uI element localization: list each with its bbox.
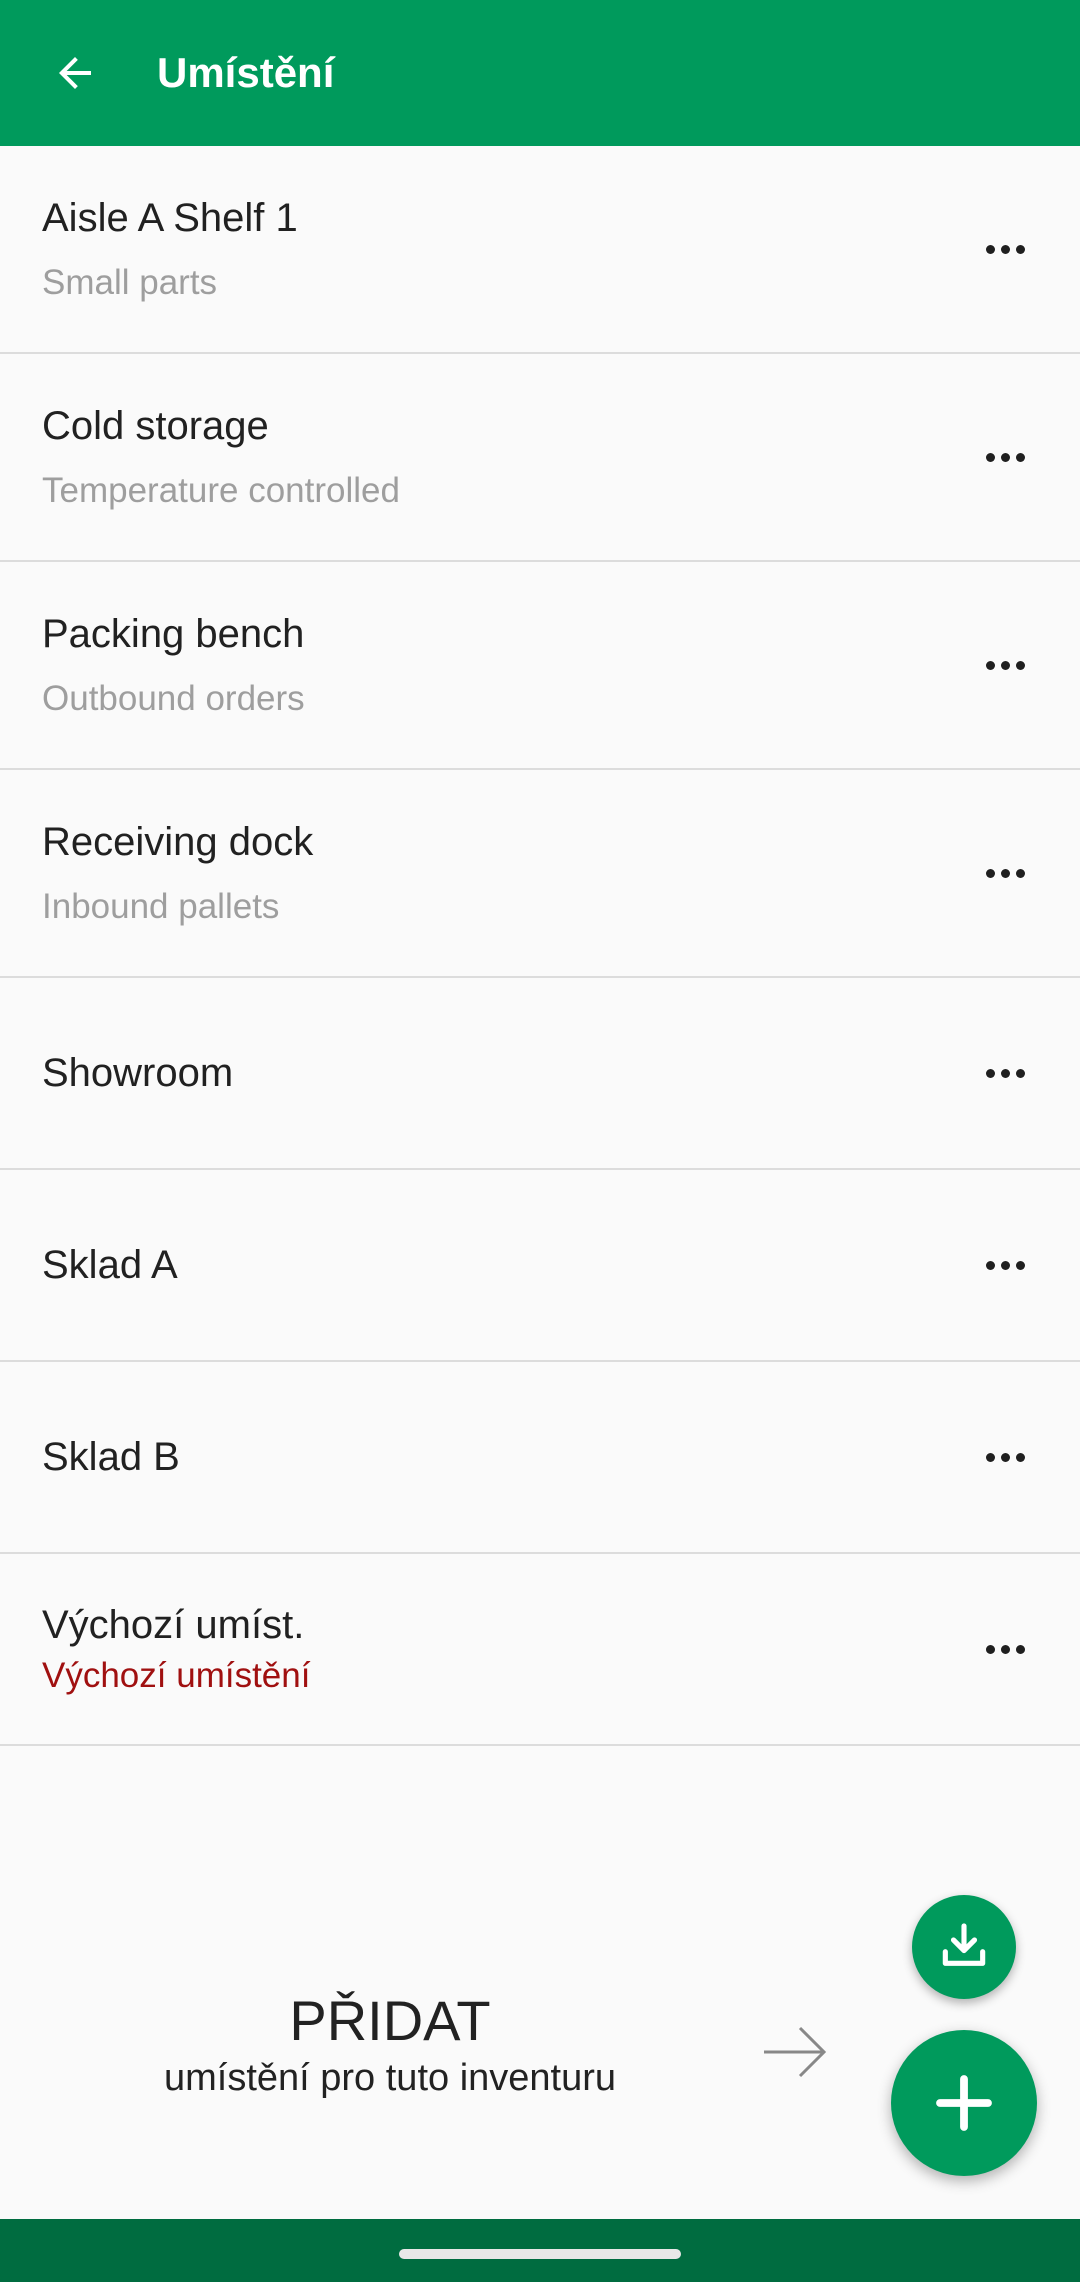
location-name: Výchozí umíst. <box>42 1603 305 1647</box>
location-name: Receiving dock <box>42 820 314 864</box>
list-item[interactable]: Aisle A Shelf 1 Small parts <box>0 146 1080 354</box>
arrow-back-icon <box>59 57 91 89</box>
more-options-button[interactable] <box>950 1412 1060 1502</box>
location-name: Showroom <box>42 1051 234 1095</box>
download-icon <box>942 1923 986 1966</box>
location-name: Aisle A Shelf 1 <box>42 196 298 240</box>
more-options-button[interactable] <box>950 828 1060 918</box>
add-hint-subtitle: umístění pro tuto inventuru <box>163 2057 617 2099</box>
list-item[interactable]: Receiving dock Inbound pallets <box>0 770 1080 978</box>
home-indicator[interactable] <box>399 2249 681 2259</box>
more-options-button[interactable] <box>950 1604 1060 1694</box>
add-hint-title: PŘIDAT <box>289 1989 491 2052</box>
list-item[interactable]: Packing bench Outbound orders <box>0 562 1080 770</box>
import-button[interactable] <box>912 1895 1016 1999</box>
default-location-label: Výchozí umístění <box>42 1656 311 1695</box>
more-options-button[interactable] <box>950 1220 1060 1310</box>
location-description: Temperature controlled <box>42 471 400 510</box>
list-item[interactable]: Showroom <box>0 978 1080 1170</box>
more-horizontal-icon <box>985 1260 1025 1270</box>
list-item[interactable]: Výchozí umíst. Výchozí umístění <box>0 1554 1080 1746</box>
add-location-hint: PŘIDAT umístění pro tuto inventuru <box>90 1988 690 2102</box>
location-description: Outbound orders <box>42 679 305 718</box>
app-bar: Umístění <box>0 0 1080 146</box>
back-button[interactable] <box>30 28 120 118</box>
more-options-button[interactable] <box>950 1028 1060 1118</box>
location-description: Inbound pallets <box>42 887 280 926</box>
plus-icon <box>936 2075 992 2131</box>
more-options-button[interactable] <box>950 412 1060 502</box>
more-horizontal-icon <box>985 1452 1025 1462</box>
more-horizontal-icon <box>985 1644 1025 1654</box>
page-title: Umístění <box>157 49 335 96</box>
list-item[interactable]: Sklad B <box>0 1362 1080 1554</box>
more-options-button[interactable] <box>950 204 1060 294</box>
add-location-button[interactable] <box>891 2030 1037 2176</box>
more-horizontal-icon <box>985 1068 1025 1078</box>
more-horizontal-icon <box>985 244 1025 254</box>
more-options-button[interactable] <box>950 620 1060 710</box>
location-name: Sklad A <box>42 1243 178 1287</box>
location-name: Sklad B <box>42 1435 180 1479</box>
more-horizontal-icon <box>985 660 1025 670</box>
location-description: Small parts <box>42 263 218 302</box>
location-list: Aisle A Shelf 1 Small parts Cold storage… <box>0 146 1080 1746</box>
list-item[interactable]: Sklad A <box>0 1170 1080 1362</box>
more-horizontal-icon <box>985 868 1025 878</box>
more-horizontal-icon <box>985 452 1025 462</box>
list-item[interactable]: Cold storage Temperature controlled <box>0 354 1080 562</box>
arrow-right-icon <box>764 2026 827 2078</box>
location-name: Packing bench <box>42 612 305 656</box>
system-nav-bar <box>0 2219 1080 2282</box>
location-name: Cold storage <box>42 404 269 448</box>
